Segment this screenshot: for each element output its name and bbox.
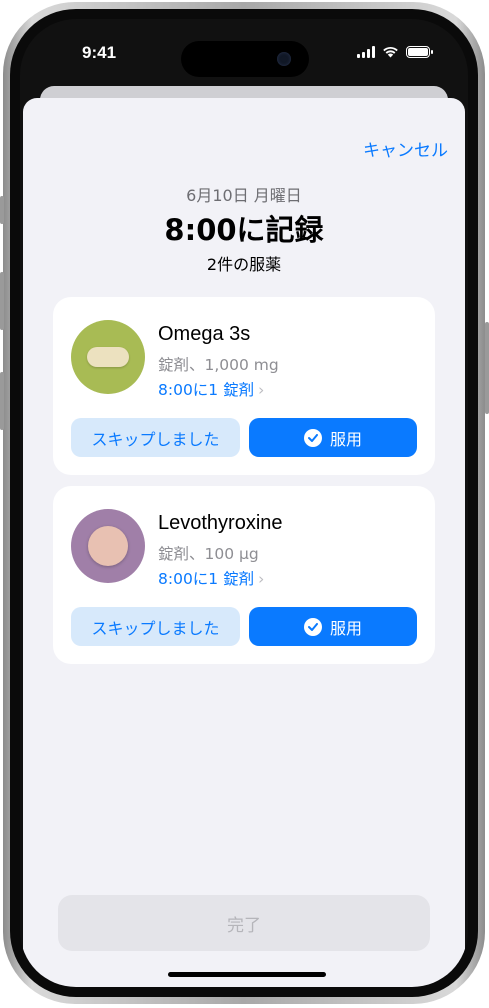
dose-count: 2件の服薬 bbox=[206, 255, 282, 274]
medication-schedule-link[interactable]: 8:00に1 錠剤 › bbox=[158, 567, 264, 589]
cancel-button[interactable]: キャンセル bbox=[363, 136, 448, 161]
medication-name: Levothyroxine bbox=[158, 512, 283, 534]
screen: 9:41 キャンセル 6月10日 月曜日 8:00に記録 2件の服薬 Omega… bbox=[20, 19, 468, 987]
volume-down-button bbox=[0, 372, 4, 430]
schedule-text: 8:00に1 錠剤 bbox=[158, 381, 255, 399]
skipped-button[interactable]: スキップしました bbox=[71, 607, 240, 646]
checkmark-circle-icon bbox=[303, 428, 322, 447]
pill-icon bbox=[87, 347, 129, 367]
log-date: 6月10日 月曜日 bbox=[186, 186, 302, 205]
tablet-icon bbox=[88, 526, 128, 566]
medication-card-omega-3s: Omega 3s 錠剤、1,000 mg 8:00に1 錠剤 › スキップしました… bbox=[53, 297, 435, 475]
wifi-icon bbox=[383, 46, 398, 58]
pill-icon-background bbox=[71, 320, 145, 394]
done-button[interactable]: 完了 bbox=[58, 895, 430, 951]
medication-form: 錠剤、100 µg bbox=[158, 545, 259, 563]
taken-button[interactable]: 服用 bbox=[249, 418, 417, 457]
page-title: 8:00に記録 bbox=[164, 213, 324, 247]
volume-up-button bbox=[0, 272, 4, 330]
chevron-right-icon: › bbox=[258, 570, 265, 588]
medication-schedule-link[interactable]: 8:00に1 錠剤 › bbox=[158, 378, 264, 400]
taken-button[interactable]: 服用 bbox=[249, 607, 417, 646]
status-time: 9:41 bbox=[82, 43, 117, 62]
status-icons bbox=[357, 46, 433, 58]
log-sheet: キャンセル 6月10日 月曜日 8:00に記録 2件の服薬 Omega 3s 錠… bbox=[23, 98, 465, 987]
home-indicator[interactable] bbox=[168, 972, 326, 977]
taken-label: 服用 bbox=[329, 429, 362, 449]
tablet-icon-background bbox=[71, 509, 145, 583]
power-button bbox=[485, 322, 489, 414]
chevron-right-icon: › bbox=[258, 381, 265, 399]
medication-form: 錠剤、1,000 mg bbox=[158, 356, 279, 374]
battery-icon bbox=[406, 46, 433, 58]
front-camera-icon bbox=[277, 52, 291, 66]
dynamic-island bbox=[181, 41, 309, 77]
checkmark-circle-icon bbox=[303, 617, 322, 636]
skipped-button[interactable]: スキップしました bbox=[71, 418, 240, 457]
medication-name: Omega 3s bbox=[158, 323, 251, 345]
medication-card-levothyroxine: Levothyroxine 錠剤、100 µg 8:00に1 錠剤 › スキップし… bbox=[53, 486, 435, 664]
cellular-signal-icon bbox=[357, 46, 375, 58]
schedule-text: 8:00に1 錠剤 bbox=[158, 570, 255, 588]
taken-label: 服用 bbox=[329, 618, 362, 638]
action-button bbox=[0, 196, 4, 224]
